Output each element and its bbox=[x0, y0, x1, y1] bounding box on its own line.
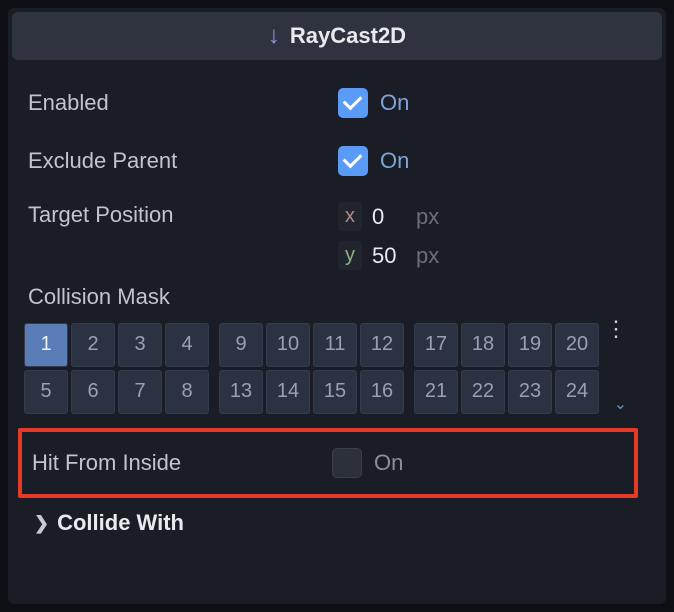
collision-layer-18[interactable]: 18 bbox=[461, 323, 505, 367]
collision-layer-24[interactable]: 24 bbox=[555, 370, 599, 414]
prop-hit-from-inside-label: Hit From Inside bbox=[32, 450, 332, 476]
prop-collide-with-label: Collide With bbox=[57, 510, 184, 536]
target-position-y-row[interactable]: y 50 px bbox=[338, 241, 439, 270]
collision-layer-7[interactable]: 7 bbox=[118, 370, 162, 414]
prop-enabled: Enabled On bbox=[28, 74, 646, 132]
collision-layer-9[interactable]: 9 bbox=[219, 323, 263, 367]
collision-layer-17[interactable]: 17 bbox=[414, 323, 458, 367]
prop-exclude-parent: Exclude Parent On bbox=[28, 132, 646, 190]
collision-mask-grid: 123456789101112131415161718192021222324 … bbox=[24, 322, 646, 414]
target-position-y-unit: px bbox=[416, 243, 439, 269]
collision-layer-5[interactable]: 5 bbox=[24, 370, 68, 414]
enabled-checkbox[interactable] bbox=[338, 88, 368, 118]
properties-list: Enabled On Exclude Parent On Target Posi… bbox=[8, 64, 666, 536]
section-title: RayCast2D bbox=[290, 23, 406, 49]
prop-target-position-label: Target Position bbox=[28, 202, 338, 228]
collision-layer-12[interactable]: 12 bbox=[360, 323, 404, 367]
collision-layer-2[interactable]: 2 bbox=[71, 323, 115, 367]
collision-layer-10[interactable]: 10 bbox=[266, 323, 310, 367]
prop-hit-from-inside: Hit From Inside On bbox=[32, 448, 624, 478]
collision-layer-3[interactable]: 3 bbox=[118, 323, 162, 367]
target-position-x-value[interactable]: 0 bbox=[372, 204, 406, 230]
enabled-text: On bbox=[380, 90, 409, 116]
target-position-y-value[interactable]: 50 bbox=[372, 243, 406, 269]
highlight-annotation: Hit From Inside On bbox=[18, 428, 638, 498]
target-position-x-unit: px bbox=[416, 204, 439, 230]
collision-layer-15[interactable]: 15 bbox=[313, 370, 357, 414]
hit-from-inside-checkbox[interactable] bbox=[332, 448, 362, 478]
collision-layer-19[interactable]: 19 bbox=[508, 323, 552, 367]
collision-layer-13[interactable]: 13 bbox=[219, 370, 263, 414]
exclude-parent-checkbox[interactable] bbox=[338, 146, 368, 176]
target-position-x-row[interactable]: x 0 px bbox=[338, 202, 439, 231]
collision-layer-22[interactable]: 22 bbox=[461, 370, 505, 414]
prop-target-position: Target Position x 0 px y 50 px bbox=[28, 190, 646, 280]
axis-y-label: y bbox=[338, 241, 362, 270]
section-header-raycast2d[interactable]: ↓ RayCast2D bbox=[12, 12, 662, 60]
hit-from-inside-text: On bbox=[374, 450, 403, 476]
chevron-right-icon: ❯ bbox=[34, 513, 49, 534]
inspector-panel: ↓ RayCast2D Enabled On Exclude Parent On… bbox=[8, 8, 666, 604]
collision-layer-4[interactable]: 4 bbox=[165, 323, 209, 367]
expand-layers-icon[interactable]: ⌄ bbox=[614, 394, 627, 414]
collision-layer-23[interactable]: 23 bbox=[508, 370, 552, 414]
collision-layer-8[interactable]: 8 bbox=[165, 370, 209, 414]
collision-layer-16[interactable]: 16 bbox=[360, 370, 404, 414]
prop-exclude-parent-label: Exclude Parent bbox=[28, 148, 338, 174]
more-options-icon[interactable]: ⋮ bbox=[605, 322, 627, 335]
collision-layer-21[interactable]: 21 bbox=[414, 370, 458, 414]
exclude-parent-text: On bbox=[380, 148, 409, 174]
prop-collide-with[interactable]: ❯ Collide With bbox=[28, 504, 646, 536]
collision-layer-1[interactable]: 1 bbox=[24, 323, 68, 367]
prop-collision-mask-label: Collision Mask bbox=[28, 280, 646, 322]
prop-enabled-label: Enabled bbox=[28, 90, 338, 116]
axis-x-label: x bbox=[338, 202, 362, 231]
arrow-down-icon: ↓ bbox=[268, 22, 280, 50]
collision-layer-11[interactable]: 11 bbox=[313, 323, 357, 367]
collision-layer-6[interactable]: 6 bbox=[71, 370, 115, 414]
collision-layer-14[interactable]: 14 bbox=[266, 370, 310, 414]
collision-layer-20[interactable]: 20 bbox=[555, 323, 599, 367]
